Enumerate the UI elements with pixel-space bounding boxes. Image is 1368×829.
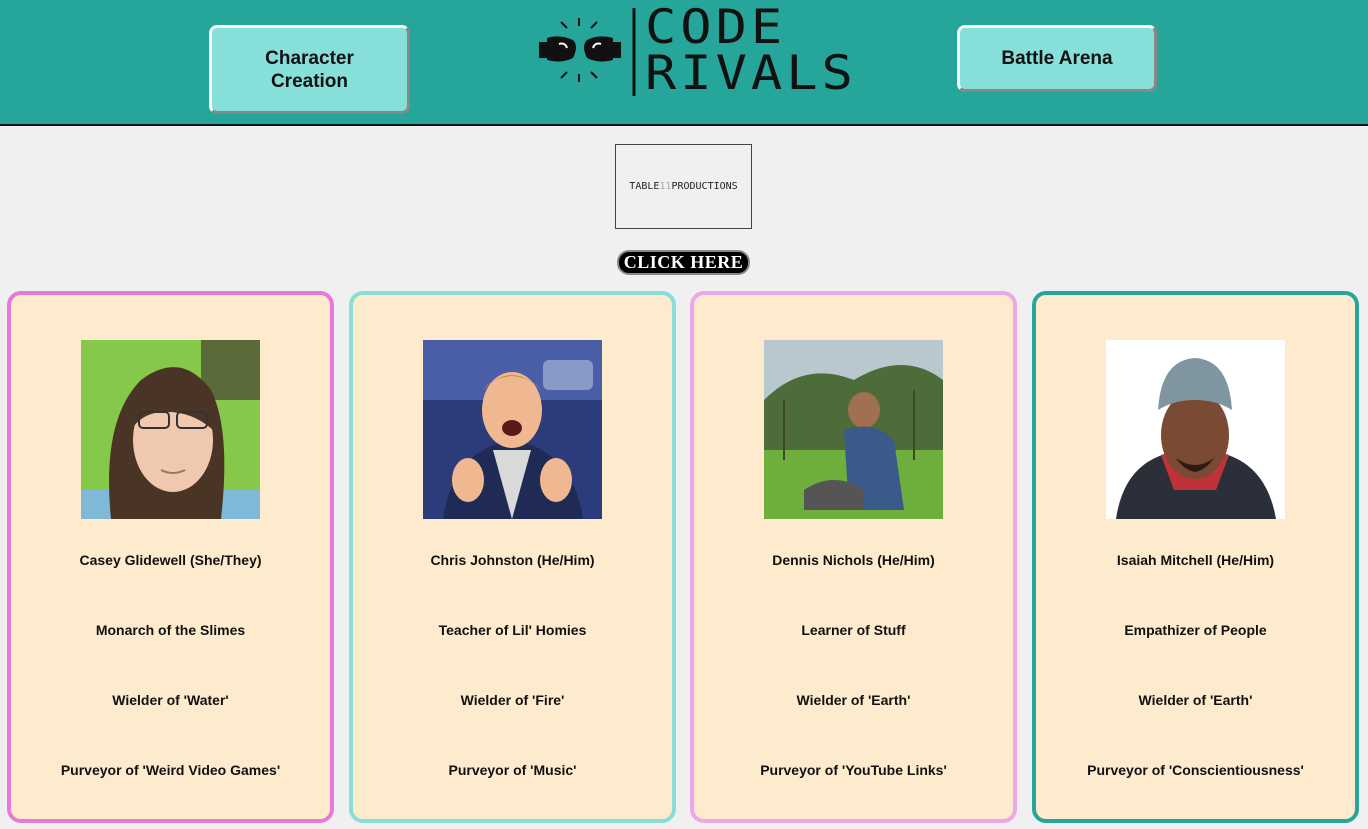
character-element: Wielder of 'Water' [112, 692, 229, 708]
studio-logo-part1: TABLE [629, 181, 660, 192]
boxing-gloves-icon [539, 8, 636, 96]
profile-card-isaiah: Isaiah Mitchell (He/Him) Empathizer of P… [1032, 291, 1359, 823]
character-creation-button[interactable]: Character Creation [209, 25, 410, 114]
character-creation-label-line2: Creation [270, 70, 349, 92]
character-creation-label-line1: Character [265, 47, 354, 69]
avatar [81, 340, 260, 519]
profile-card-casey: Casey Glidewell (She/They) Monarch of th… [7, 291, 334, 823]
avatar [1106, 340, 1285, 519]
character-title: Learner of Stuff [801, 622, 906, 638]
character-name: Chris Johnston (He/Him) [430, 552, 595, 568]
studio-logo-part2: 11 [659, 181, 672, 192]
character-interest: Purveyor of 'YouTube Links' [760, 762, 947, 778]
code-rivals-logo[interactable]: CODE RIVALS [537, 0, 853, 98]
logo-text-code: CODE [645, 0, 787, 55]
avatar [764, 340, 943, 519]
character-name: Dennis Nichols (He/Him) [772, 552, 935, 568]
character-interest: Purveyor of 'Weird Video Games' [60, 762, 281, 778]
character-title: Teacher of Lil' Homies [438, 622, 587, 638]
character-element: Wielder of 'Earth' [1138, 692, 1253, 708]
profile-card-chris: Chris Johnston (He/Him) Teacher of Lil' … [349, 291, 676, 823]
character-element: Wielder of 'Earth' [796, 692, 911, 708]
profile-card-dennis: Dennis Nichols (He/Him) Learner of Stuff… [690, 291, 1017, 823]
logo-text-rivals: RIVALS [645, 46, 857, 101]
studio-logo-part3: PRODUCTIONS [671, 181, 738, 192]
character-interest: Purveyor of 'Music' [448, 762, 577, 778]
header: Character Creation CODE RIVALS Battle Ar… [0, 0, 1368, 126]
character-interest: Purveyor of 'Conscientiousness' [1087, 762, 1304, 778]
character-element: Wielder of 'Fire' [460, 692, 565, 708]
character-title: Monarch of the Slimes [95, 622, 246, 638]
avatar [423, 340, 602, 519]
character-name: Isaiah Mitchell (He/Him) [1116, 552, 1275, 568]
character-name: Casey Glidewell (She/They) [79, 552, 262, 568]
click-here-button[interactable]: CLICK HERE [617, 250, 750, 275]
battle-arena-button[interactable]: Battle Arena [957, 25, 1157, 92]
table11-productions-logo: TABLE 11 PRODUCTIONS [615, 144, 752, 229]
character-title: Empathizer of People [1124, 622, 1267, 638]
